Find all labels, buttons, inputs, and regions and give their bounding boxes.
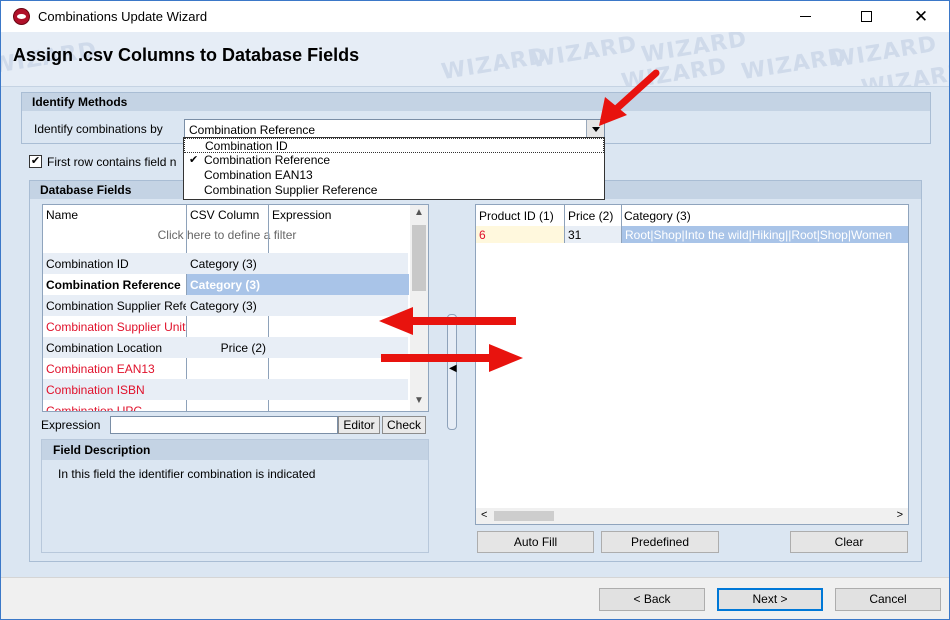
- close-button[interactable]: ✕: [898, 1, 944, 32]
- preview-horizontal-scrollbar[interactable]: < >: [476, 508, 908, 524]
- dropdown-button[interactable]: [586, 120, 604, 138]
- column-header-csv[interactable]: CSV Column: [190, 208, 259, 222]
- expression-cell[interactable]: [269, 274, 409, 295]
- dropdown-option[interactable]: Combination Supplier Reference: [184, 183, 604, 198]
- scroll-right-icon[interactable]: >: [897, 509, 903, 521]
- field-description-header: Field Description: [42, 440, 428, 460]
- title-bar: Combinations Update Wizard ✕: [1, 1, 949, 32]
- identify-by-value: Combination Reference: [189, 123, 316, 137]
- field-description-panel: Field Description In this field the iden…: [41, 439, 429, 553]
- csv-column-cell[interactable]: [187, 316, 269, 337]
- field-name: Combination Supplier Unit Price: [46, 320, 186, 334]
- scrollbar-thumb[interactable]: [494, 511, 554, 521]
- next-button[interactable]: Next >: [717, 588, 823, 611]
- preview-column-header[interactable]: Product ID (1): [479, 209, 554, 223]
- scroll-down-icon[interactable]: ▼: [414, 395, 424, 406]
- option-label: Combination Supplier Reference: [204, 183, 378, 197]
- csv-column-cell[interactable]: [187, 358, 269, 379]
- table-row[interactable]: Combination Reference Category (3): [43, 274, 409, 295]
- identify-methods-header: Identify Methods: [22, 93, 930, 111]
- minimize-button[interactable]: [782, 1, 828, 32]
- table-row[interactable]: Combination ID Category (3): [43, 253, 408, 274]
- field-name: Combination EAN13: [46, 362, 155, 376]
- preview-column-header[interactable]: Category (3): [624, 209, 691, 223]
- editor-button[interactable]: Editor: [338, 416, 380, 434]
- csv-column-cell[interactable]: [187, 379, 269, 400]
- chevron-down-icon: [591, 126, 600, 132]
- csv-column-cell[interactable]: Category (3): [187, 253, 269, 274]
- watermark-text: WIZARD: [529, 32, 639, 74]
- option-label: Combination ID: [205, 139, 288, 153]
- column-header-name[interactable]: Name: [46, 208, 78, 222]
- wizard-window: Combinations Update Wizard ✕ WIZARD WIZA…: [0, 0, 950, 620]
- panel-splitter[interactable]: ◀: [447, 314, 457, 430]
- table-row[interactable]: Combination Location Price (2): [43, 337, 408, 358]
- identify-by-select[interactable]: Combination Reference: [184, 119, 605, 139]
- preview-cell[interactable]: 6: [476, 226, 564, 243]
- grid-header: Name CSV Column Expression: [43, 205, 411, 225]
- back-button[interactable]: < Back: [599, 588, 705, 611]
- table-row[interactable]: Combination EAN13: [43, 358, 408, 379]
- csv-preview-grid: Product ID (1) Price (2) Category (3) 6 …: [475, 204, 909, 525]
- field-name: Combination Supplier Reference: [46, 299, 186, 313]
- checkmark-icon: ✔: [189, 154, 199, 166]
- identify-by-label: Identify combinations by: [34, 122, 163, 136]
- field-mapping-grid: Name CSV Column Expression Click here to…: [42, 204, 429, 412]
- first-row-checkbox[interactable]: ✔: [29, 155, 42, 168]
- window-title: Combinations Update Wizard: [38, 9, 208, 24]
- table-row[interactable]: Combination UPC: [43, 400, 408, 412]
- expression-input[interactable]: [110, 416, 338, 434]
- csv-column-cell[interactable]: Category (3): [187, 295, 269, 316]
- option-label: Combination EAN13: [204, 168, 313, 182]
- page-title: Assign .csv Columns to Database Fields: [13, 45, 360, 65]
- table-row[interactable]: Combination Supplier Reference Category …: [43, 295, 408, 316]
- wizard-footer: < Back Next > Cancel: [1, 577, 949, 619]
- column-header-expression[interactable]: Expression: [272, 208, 331, 222]
- field-name: Combination UPC: [46, 404, 143, 412]
- field-description-text: In this field the identifier combination…: [58, 467, 316, 481]
- expression-label: Expression: [41, 418, 101, 432]
- preview-column-header[interactable]: Price (2): [568, 209, 613, 223]
- csv-column-cell[interactable]: Price (2): [187, 337, 269, 358]
- csv-column-cell[interactable]: Category (3): [187, 274, 269, 295]
- maximize-icon: [860, 11, 872, 22]
- maximize-button[interactable]: [843, 1, 889, 32]
- preview-cell[interactable]: Root|Shop|Into the wild|Hiking||Root|Sho…: [622, 226, 908, 243]
- dropdown-option[interactable]: Combination EAN13: [184, 168, 604, 183]
- predefined-button[interactable]: Predefined: [601, 531, 719, 553]
- app-logo-icon: [13, 8, 30, 25]
- filter-row[interactable]: Click here to define a filter: [43, 228, 411, 242]
- wizard-banner: WIZARD WIZARD WIZARD WIZARD WIZARD WIZAR…: [1, 32, 949, 87]
- field-name: Combination ISBN: [46, 383, 145, 397]
- checkmark-icon: ✔: [30, 155, 41, 167]
- close-icon: ✕: [913, 7, 929, 26]
- scroll-left-icon[interactable]: <: [481, 509, 487, 521]
- grid-vertical-scrollbar[interactable]: ▲ ▼: [410, 205, 428, 411]
- auto-fill-button[interactable]: Auto Fill: [477, 531, 594, 553]
- clear-button[interactable]: Clear: [790, 531, 908, 553]
- dropdown-option[interactable]: ✔ Combination Reference: [184, 153, 604, 168]
- scroll-up-icon[interactable]: ▲: [414, 207, 424, 218]
- preview-cell[interactable]: 31: [565, 226, 621, 243]
- field-name: Combination ID: [46, 257, 129, 271]
- minimize-icon: [799, 16, 811, 17]
- dropdown-option[interactable]: Combination ID: [184, 138, 604, 153]
- check-button[interactable]: Check: [382, 416, 426, 434]
- first-row-label: First row contains field n: [47, 155, 177, 169]
- table-row[interactable]: Combination ISBN: [43, 379, 408, 400]
- csv-column-cell[interactable]: [187, 400, 269, 411]
- cancel-button[interactable]: Cancel: [835, 588, 941, 611]
- field-name: Combination Location: [46, 341, 163, 355]
- identify-by-dropdown-list: Combination ID ✔ Combination Reference C…: [183, 137, 605, 200]
- table-row[interactable]: Combination Supplier Unit Price: [43, 316, 408, 337]
- option-label: Combination Reference: [204, 153, 331, 167]
- chevron-left-icon[interactable]: ◀: [449, 363, 457, 374]
- field-name: Combination Reference: [46, 278, 181, 292]
- scrollbar-thumb[interactable]: [412, 225, 426, 291]
